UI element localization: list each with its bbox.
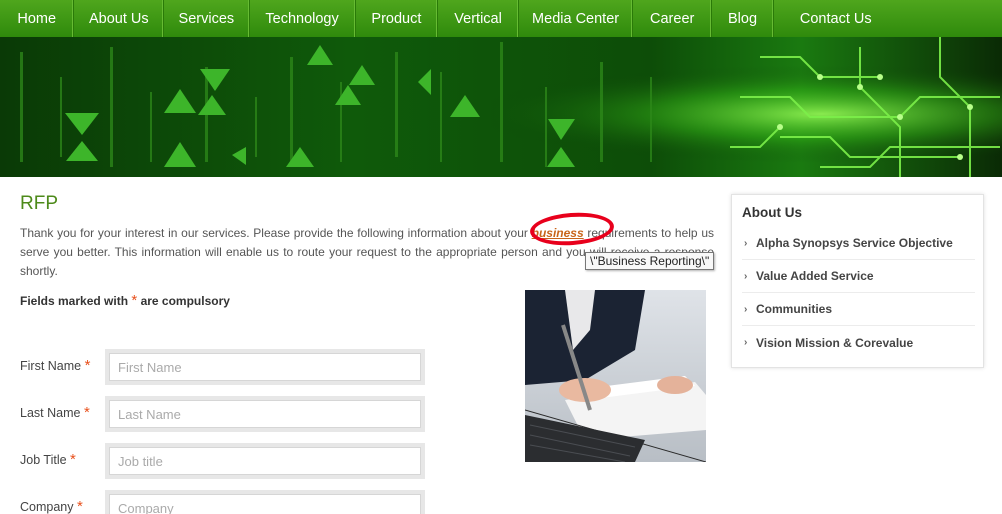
- business-writing-photo: [525, 290, 706, 462]
- intro-text-before: Thank you for your interest in our servi…: [20, 226, 532, 240]
- first-name-required-star: *: [84, 357, 91, 374]
- chevron-right-icon: ›: [744, 303, 748, 315]
- nav-technology[interactable]: Technology: [250, 0, 356, 37]
- chevron-right-icon: ›: [744, 270, 748, 282]
- nav-home[interactable]: Home: [0, 0, 75, 37]
- banner-artwork: [0, 37, 1002, 177]
- company-label: Company *: [20, 498, 83, 514]
- sidebar-item-service-objective[interactable]: › Alpha Synopsys Service Objective: [742, 227, 975, 260]
- chevron-right-icon: ›: [744, 337, 748, 348]
- required-fields-note: Fields marked with * are compulsory: [20, 292, 230, 309]
- last-name-input[interactable]: [109, 400, 421, 428]
- required-note-prefix: Fields marked with: [20, 294, 129, 308]
- last-name-field-wrapper: [105, 396, 425, 432]
- first-name-input[interactable]: [109, 353, 421, 381]
- nav-about-us[interactable]: About Us: [74, 0, 165, 37]
- job-title-field-wrapper: [105, 443, 425, 479]
- page-title: RFP: [20, 193, 58, 214]
- job-title-label: Job Title *: [20, 451, 76, 468]
- nav-vertical[interactable]: Vertical: [438, 0, 519, 37]
- sidebar-title: About Us: [742, 205, 802, 220]
- company-required-star: *: [76, 498, 83, 514]
- nav-services[interactable]: Services: [164, 0, 250, 37]
- first-name-field-wrapper: [105, 349, 425, 385]
- sidebar-item-vision-mission[interactable]: › Vision Mission & Corevalue: [742, 326, 975, 359]
- company-label-text: Company: [20, 500, 74, 514]
- job-title-input[interactable]: [109, 447, 421, 475]
- first-name-label: First Name *: [20, 357, 90, 374]
- header-banner: [0, 37, 1002, 177]
- nav-blog[interactable]: Blog: [712, 0, 774, 37]
- required-note-suffix: are compulsory: [140, 294, 230, 308]
- last-name-label-text: Last Name: [20, 406, 81, 420]
- nav-media-center[interactable]: Media Center: [519, 0, 634, 37]
- sidebar-item-communities[interactable]: › Communities: [742, 293, 975, 326]
- chevron-right-icon: ›: [744, 237, 748, 249]
- photo-illustration: [525, 290, 706, 462]
- sidebar-item-value-added-service[interactable]: › Value Added Service: [742, 260, 975, 293]
- job-title-label-text: Job Title: [20, 453, 67, 467]
- last-name-required-star: *: [83, 404, 90, 421]
- company-field-wrapper: [105, 490, 425, 514]
- sidebar-item-label: Vision Mission & Corevalue: [756, 335, 914, 350]
- nav-contact-us[interactable]: Contact Us: [774, 0, 1002, 37]
- about-us-sidebar: About Us › Alpha Synopsys Service Object…: [731, 194, 984, 368]
- sidebar-item-label: Communities: [756, 302, 833, 316]
- first-name-label-text: First Name: [20, 359, 82, 373]
- nav-product[interactable]: Product: [356, 0, 439, 37]
- nav-career[interactable]: Career: [633, 0, 713, 37]
- last-name-label: Last Name *: [20, 404, 90, 421]
- company-input[interactable]: [109, 494, 421, 514]
- sidebar-item-label: Alpha Synopsys Service Objective: [756, 236, 953, 250]
- top-nav: Home About Us Services Technology Produc…: [0, 0, 1002, 37]
- required-star-icon: *: [131, 292, 138, 309]
- sidebar-item-label: Value Added Service: [756, 269, 874, 283]
- link-tooltip: \"Business Reporting\": [585, 252, 715, 270]
- job-title-required-star: *: [70, 451, 76, 468]
